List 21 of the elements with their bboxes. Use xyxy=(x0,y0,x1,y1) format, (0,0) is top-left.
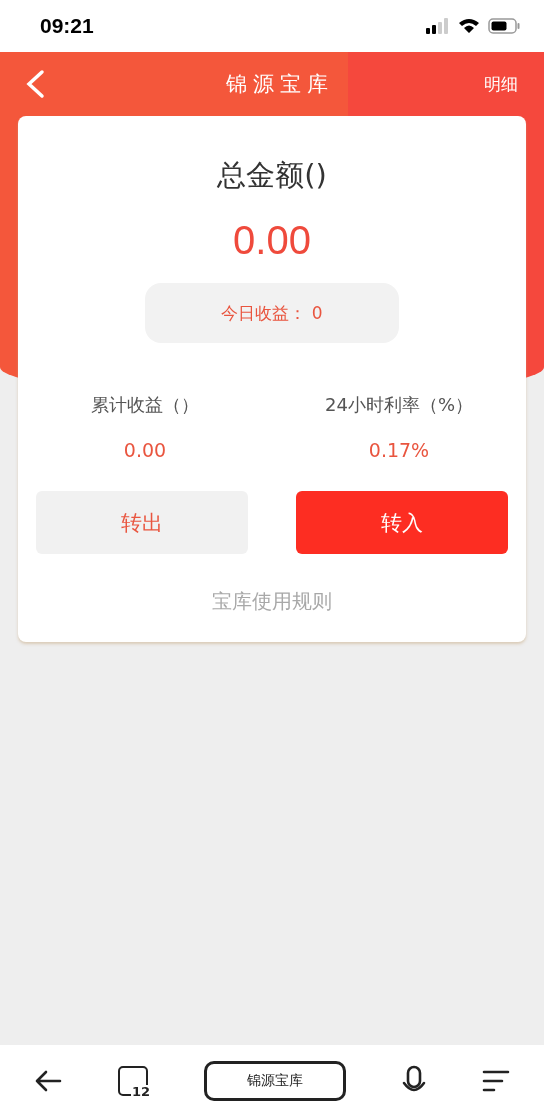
page-title: 锦源宝库 xyxy=(225,71,335,98)
menu-icon[interactable] xyxy=(482,1069,510,1093)
address-bar[interactable]: 锦源宝库 xyxy=(204,1061,346,1101)
transfer-out-button[interactable]: 转出 xyxy=(36,491,248,554)
details-link[interactable]: 明细 xyxy=(484,72,518,96)
signal-icon xyxy=(426,18,450,34)
battery-icon xyxy=(488,18,520,34)
transfer-in-button[interactable]: 转入 xyxy=(296,491,508,554)
tabs-button[interactable]: 12 xyxy=(118,1066,148,1096)
stat-value: 0.00 xyxy=(123,439,167,461)
stat-value: 0.17% xyxy=(368,439,430,461)
stat-label: 累计收益（） xyxy=(91,393,199,417)
total-amount: 0.00 xyxy=(233,218,311,263)
wifi-icon xyxy=(458,18,480,34)
back-icon[interactable] xyxy=(24,69,46,99)
status-time: 09:21 xyxy=(40,14,94,38)
today-earnings: 今日收益： 0 xyxy=(145,283,399,343)
total-amount-label: 总金额() xyxy=(217,157,327,194)
back-arrow-icon[interactable] xyxy=(34,1069,62,1093)
rules-link[interactable]: 宝库使用规则 xyxy=(212,588,332,615)
stat-label: 24小时利率（%） xyxy=(325,393,473,417)
